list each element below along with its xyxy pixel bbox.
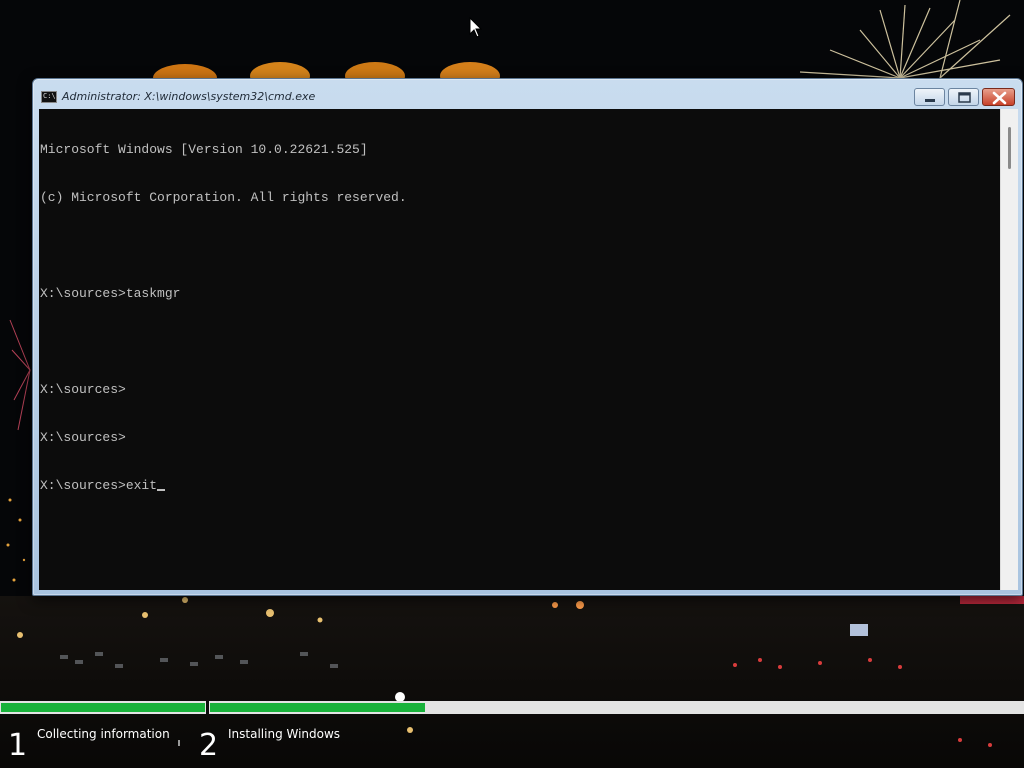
progress-fill <box>1 703 205 712</box>
progress-fill <box>210 703 425 712</box>
minimize-icon <box>925 99 935 102</box>
maximize-button[interactable] <box>948 88 979 106</box>
console-current-command[interactable]: X:\sources>exit <box>40 478 157 493</box>
console-input-line[interactable]: X:\sources>exit <box>40 478 407 494</box>
step-number: 1 <box>8 728 28 763</box>
step-label: Collecting information <box>37 727 170 741</box>
console-output[interactable]: Microsoft Windows [Version 10.0.22621.52… <box>39 109 1000 590</box>
step-number: 2 <box>199 728 219 763</box>
cmd-window[interactable]: C:\. Administrator: X:\windows\system32\… <box>32 78 1023 596</box>
progress-segment-collecting <box>0 701 206 714</box>
text-caret <box>157 489 166 491</box>
console-line: X:\sources> <box>40 430 126 445</box>
console-line: (c) Microsoft Corporation. All rights re… <box>40 190 407 205</box>
vertical-scrollbar[interactable] <box>1000 109 1018 590</box>
window-title: Administrator: X:\windows\system32\cmd.e… <box>62 90 316 103</box>
console-line: X:\sources>taskmgr <box>40 286 181 301</box>
blue-billboard <box>850 624 868 636</box>
restore-icon <box>958 92 971 103</box>
window-titlebar[interactable]: C:\. Administrator: X:\windows\system32\… <box>33 79 1022 109</box>
cmd-app-icon: C:\. <box>41 91 60 103</box>
console-text: Microsoft Windows [Version 10.0.22621.52… <box>40 110 407 526</box>
step-label: Installing Windows <box>228 727 341 741</box>
step-separator <box>178 740 180 746</box>
scrollbar-thumb[interactable] <box>1008 127 1011 169</box>
console-line: X:\sources> <box>40 382 126 397</box>
minimize-button[interactable] <box>914 88 945 106</box>
close-icon <box>992 91 1007 105</box>
mouse-cursor-icon <box>469 17 483 38</box>
console-line: Microsoft Windows [Version 10.0.22621.52… <box>40 142 368 157</box>
progress-segment-installing <box>209 701 1024 714</box>
setup-progress-bar <box>0 701 1024 714</box>
close-button[interactable] <box>982 88 1015 106</box>
